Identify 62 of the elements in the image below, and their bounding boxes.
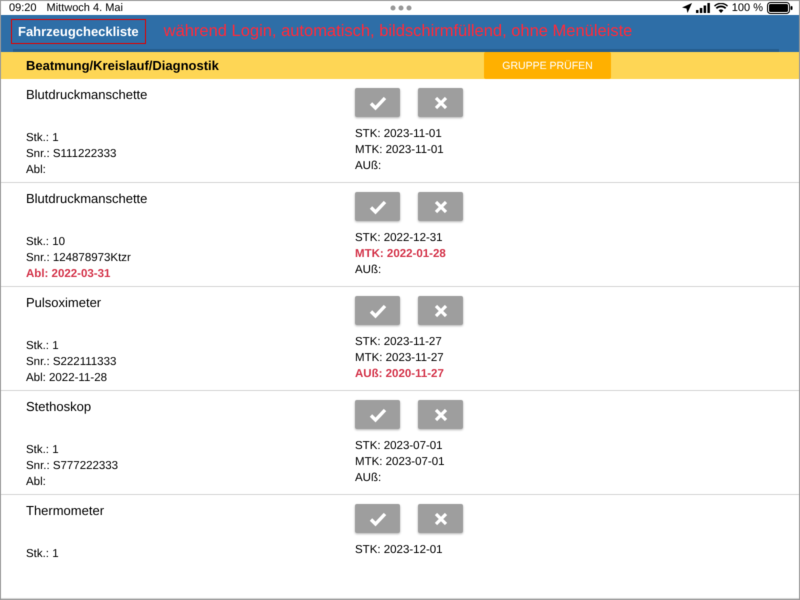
more-dots-icon bbox=[390, 5, 412, 11]
detail-text: Abl: bbox=[26, 162, 47, 178]
detail-text: MTK: 2023-11-27 bbox=[355, 350, 445, 366]
check-icon bbox=[368, 198, 386, 214]
detail-text: Snr.: S777222333 bbox=[26, 458, 120, 474]
detail-text: Stk.: 10 bbox=[26, 235, 66, 250]
detail-text: STK: 2023-11-27 bbox=[355, 335, 443, 350]
detail-text: STK: 2022-12-31 bbox=[355, 231, 444, 246]
item-name: Stethoskop bbox=[26, 399, 92, 416]
close-icon bbox=[434, 408, 448, 422]
confirm-button[interactable] bbox=[355, 400, 400, 429]
annotation-text: während Login, automatisch, bildschirmfüllend, ohne Menüleiste bbox=[164, 22, 632, 40]
detail-text: STK: 2023-11-01 bbox=[355, 127, 443, 142]
wifi-icon bbox=[714, 3, 728, 13]
status-time: 09:20 bbox=[9, 2, 37, 14]
detail-text: Abl: bbox=[26, 474, 47, 490]
close-icon bbox=[434, 512, 448, 526]
detail-text: STK: 2023-12-01 bbox=[355, 543, 444, 558]
detail-text: Abl: 2022-11-28 bbox=[26, 370, 108, 386]
location-arrow-icon bbox=[682, 3, 692, 13]
detail-text: Stk.: 1 bbox=[26, 443, 60, 458]
detail-text: AUß: bbox=[355, 470, 382, 486]
signal-icon bbox=[696, 3, 710, 13]
status-date: Mittwoch 4. Mai bbox=[46, 2, 123, 14]
detail-text: MTK: 2022-01-28 bbox=[355, 246, 447, 262]
battery-percentage: 100 % bbox=[732, 2, 763, 14]
reject-button[interactable] bbox=[418, 400, 463, 429]
check-icon bbox=[368, 510, 386, 526]
confirm-button[interactable] bbox=[355, 88, 400, 117]
detail-text: Abl: 2022-03-31 bbox=[26, 266, 112, 282]
check-icon bbox=[368, 94, 386, 110]
detail-text: MTK: 2023-07-01 bbox=[355, 454, 446, 470]
check-icon bbox=[368, 302, 386, 318]
detail-text: Stk.: 1 bbox=[26, 547, 60, 562]
reject-button[interactable] bbox=[418, 192, 463, 221]
close-icon bbox=[434, 96, 448, 110]
battery-icon bbox=[767, 2, 793, 14]
reject-button[interactable] bbox=[418, 88, 463, 117]
item-name: Thermometer bbox=[26, 503, 106, 520]
confirm-button[interactable] bbox=[355, 192, 400, 221]
detail-text: Stk.: 1 bbox=[26, 131, 60, 146]
reject-button[interactable] bbox=[418, 296, 463, 325]
confirm-button[interactable] bbox=[355, 296, 400, 325]
detail-text: AUß: 2020-11-27 bbox=[355, 366, 445, 382]
detail-text: MTK: 2023-11-01 bbox=[355, 142, 445, 158]
close-icon bbox=[434, 304, 448, 318]
detail-text: AUß: bbox=[355, 262, 382, 278]
item-name: Blutdruckmanschette bbox=[26, 87, 148, 104]
detail-text: Snr.: S222111333 bbox=[26, 354, 118, 370]
item-name: Blutdruckmanschette bbox=[26, 191, 148, 208]
detail-text: STK: 2023-07-01 bbox=[355, 439, 444, 454]
group-title: Beatmung/Kreislauf/Diagnostik bbox=[26, 58, 219, 72]
reject-button[interactable] bbox=[418, 504, 463, 533]
app-title-button[interactable]: Fahrzeugcheckliste bbox=[11, 18, 146, 44]
item-name: Pulsoximeter bbox=[26, 295, 102, 312]
close-icon bbox=[434, 200, 448, 214]
detail-text: AUß: bbox=[355, 158, 382, 174]
confirm-button[interactable] bbox=[355, 504, 400, 533]
detail-text: Snr.: 124878973Ktzr bbox=[26, 250, 132, 266]
detail-text: Stk.: 1 bbox=[26, 339, 60, 354]
detail-text: Snr.: S111222333 bbox=[26, 146, 118, 162]
check-icon bbox=[368, 406, 386, 422]
